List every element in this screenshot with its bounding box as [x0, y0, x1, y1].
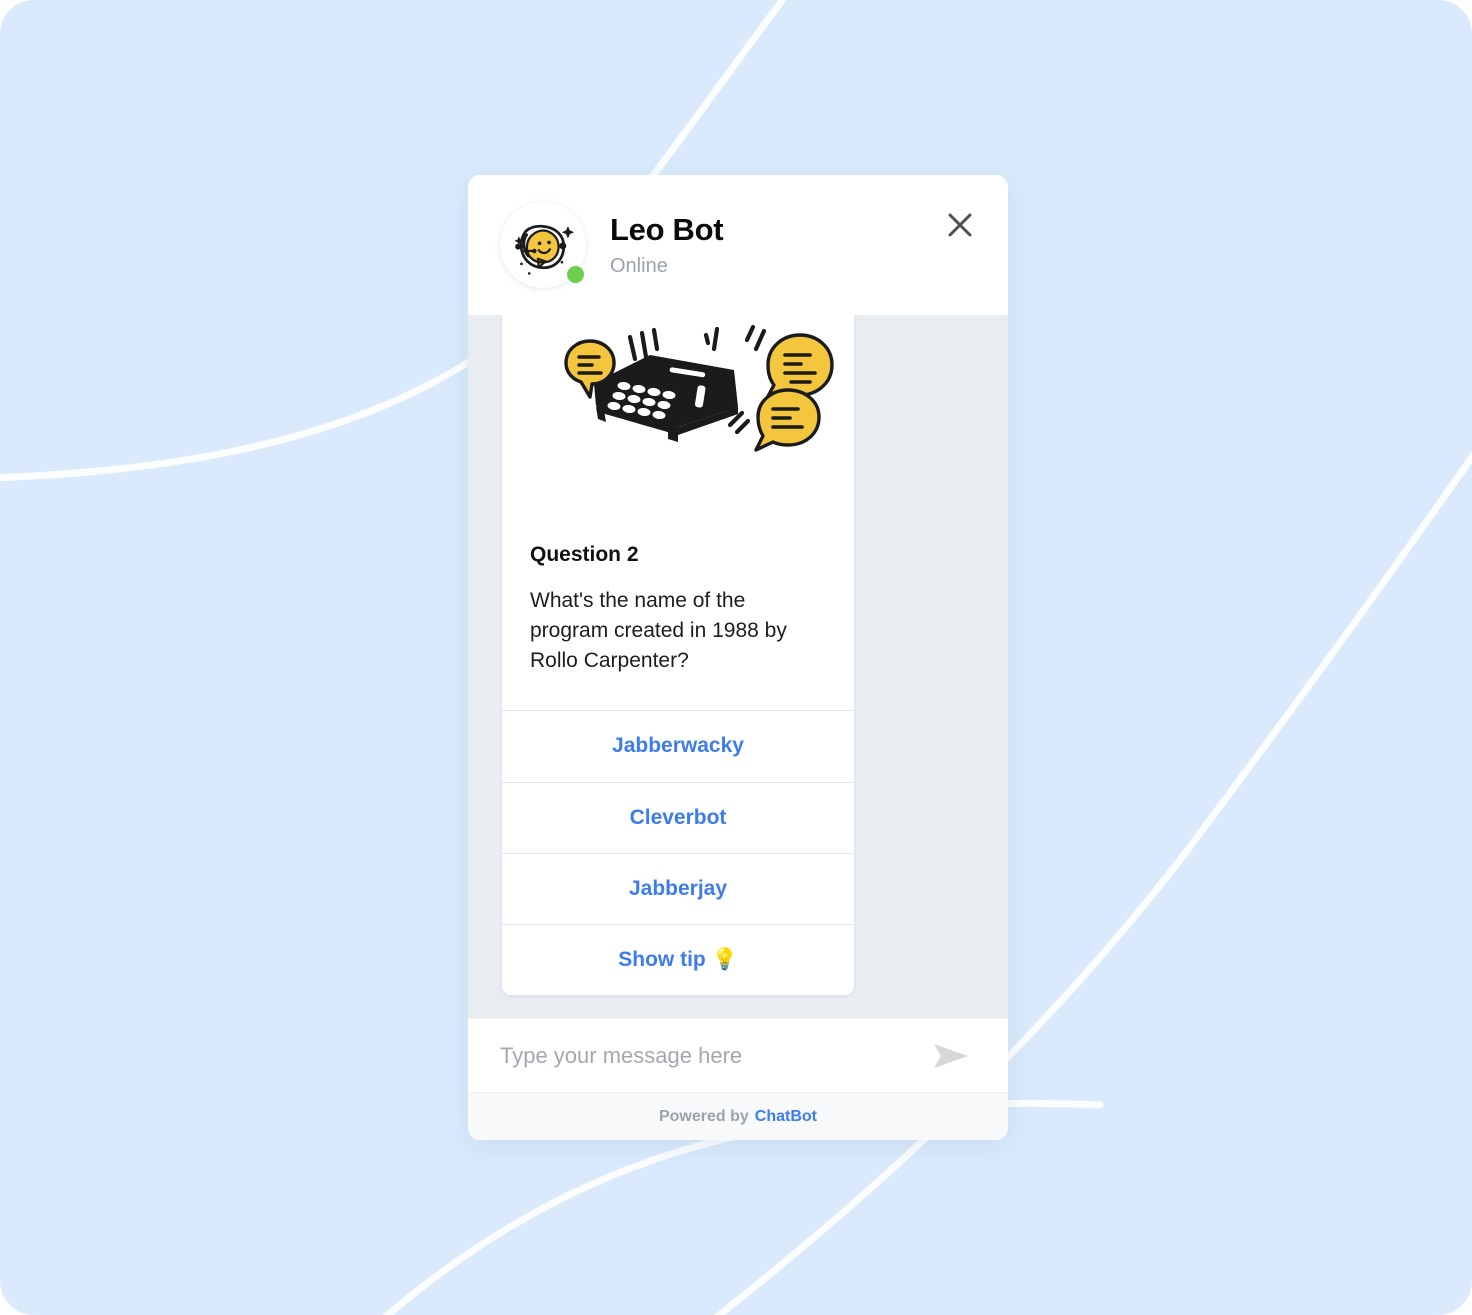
answer-option-3[interactable]: Jabberjay — [502, 852, 854, 925]
question-title: Question 2 — [530, 543, 639, 566]
footer-prefix-label: Powered by — [658, 1107, 749, 1125]
send-icon — [934, 1043, 968, 1068]
header-text-group: Leo Bot Online — [610, 212, 724, 278]
bot-message-card: Question 2 What's the name of the progra… — [502, 315, 854, 996]
show-tip-button[interactable]: Show tip 💡 — [502, 924, 854, 996]
message-composer — [468, 1018, 1008, 1092]
status-badge: Online — [610, 254, 668, 277]
typewriter-chat-illustration — [502, 315, 854, 515]
bot-message-body: Question 2 What's the name of the progra… — [502, 515, 854, 711]
powered-by-footer: Powered by ChatBot — [468, 1092, 1008, 1140]
close-button[interactable] — [938, 203, 982, 247]
send-button[interactable] — [924, 1034, 978, 1078]
answer-option-1[interactable]: Jabberwacky — [502, 710, 854, 782]
question-text: What's the name of the program created i… — [530, 589, 787, 673]
message-input[interactable] — [500, 1019, 924, 1092]
chat-widget: Leo Bot Online Question 2 What's the nam… — [468, 175, 1008, 1140]
avatar — [500, 202, 586, 288]
chat-header: Leo Bot Online — [468, 175, 1008, 315]
online-status-dot-icon — [567, 266, 584, 283]
footer-brand-link[interactable]: ChatBot — [755, 1108, 817, 1126]
answer-option-2[interactable]: Cleverbot — [502, 781, 854, 853]
close-icon — [948, 213, 972, 237]
page-title: Leo Bot — [610, 212, 724, 248]
message-list[interactable]: Question 2 What's the name of the progra… — [468, 315, 1008, 1018]
